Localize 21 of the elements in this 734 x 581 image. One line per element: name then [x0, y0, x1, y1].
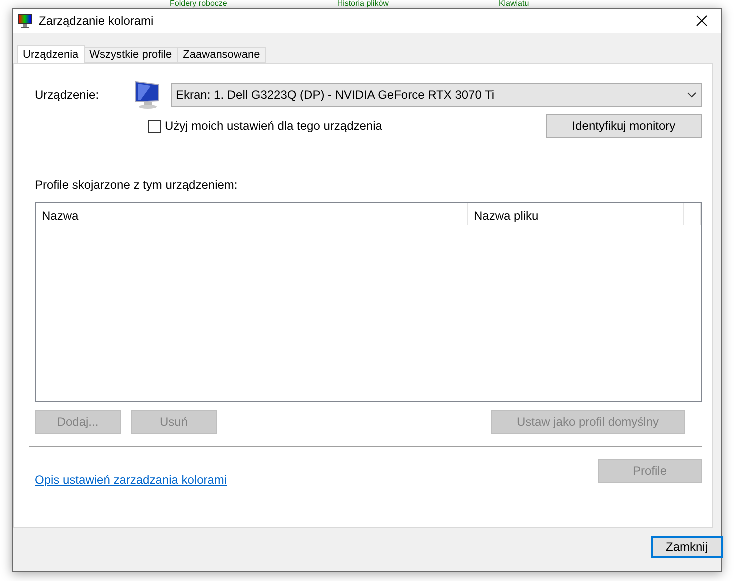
- identify-button[interactable]: Identyfikuj monitory: [546, 114, 702, 138]
- column-header[interactable]: Nazwa pliku: [468, 203, 684, 225]
- device-label: Urządzenie:: [35, 88, 100, 102]
- desktop-item-label: Historia plików: [337, 0, 389, 8]
- close-dialog-button[interactable]: Zamknij: [651, 536, 723, 558]
- monitor-icon: [17, 13, 33, 29]
- tab[interactable]: Wszystkie profile: [84, 47, 178, 63]
- column-header[interactable]: Nazwa: [36, 203, 468, 225]
- profiles-label: Profile skojarzone z tym urządzeniem:: [35, 178, 239, 192]
- desktop-item-label: Foldery robocze: [170, 0, 228, 8]
- window-title: Zarządzanie kolorami: [39, 14, 155, 28]
- checkbox-label: Użyj moich ustawień dla tego urządzenia: [165, 119, 382, 133]
- device-dropdown[interactable]: Ekran: 1. Dell G3223Q (DP) - NVIDIA GeForce RTX 3070 Ti: [171, 83, 702, 107]
- tab[interactable]: Urządzenia: [17, 45, 85, 63]
- checkbox-box[interactable]: [148, 120, 161, 132]
- tab[interactable]: Zaawansowane: [177, 47, 266, 63]
- chevron-down-icon: [687, 92, 697, 98]
- desktop-item-label: Klawiatu: [498, 0, 530, 8]
- checkbox[interactable]: Użyj moich ustawień dla tego urządzenia: [148, 119, 546, 133]
- close-icon: [696, 15, 708, 27]
- help-link[interactable]: Opis ustawień zarzadzania kolorami: [35, 473, 228, 487]
